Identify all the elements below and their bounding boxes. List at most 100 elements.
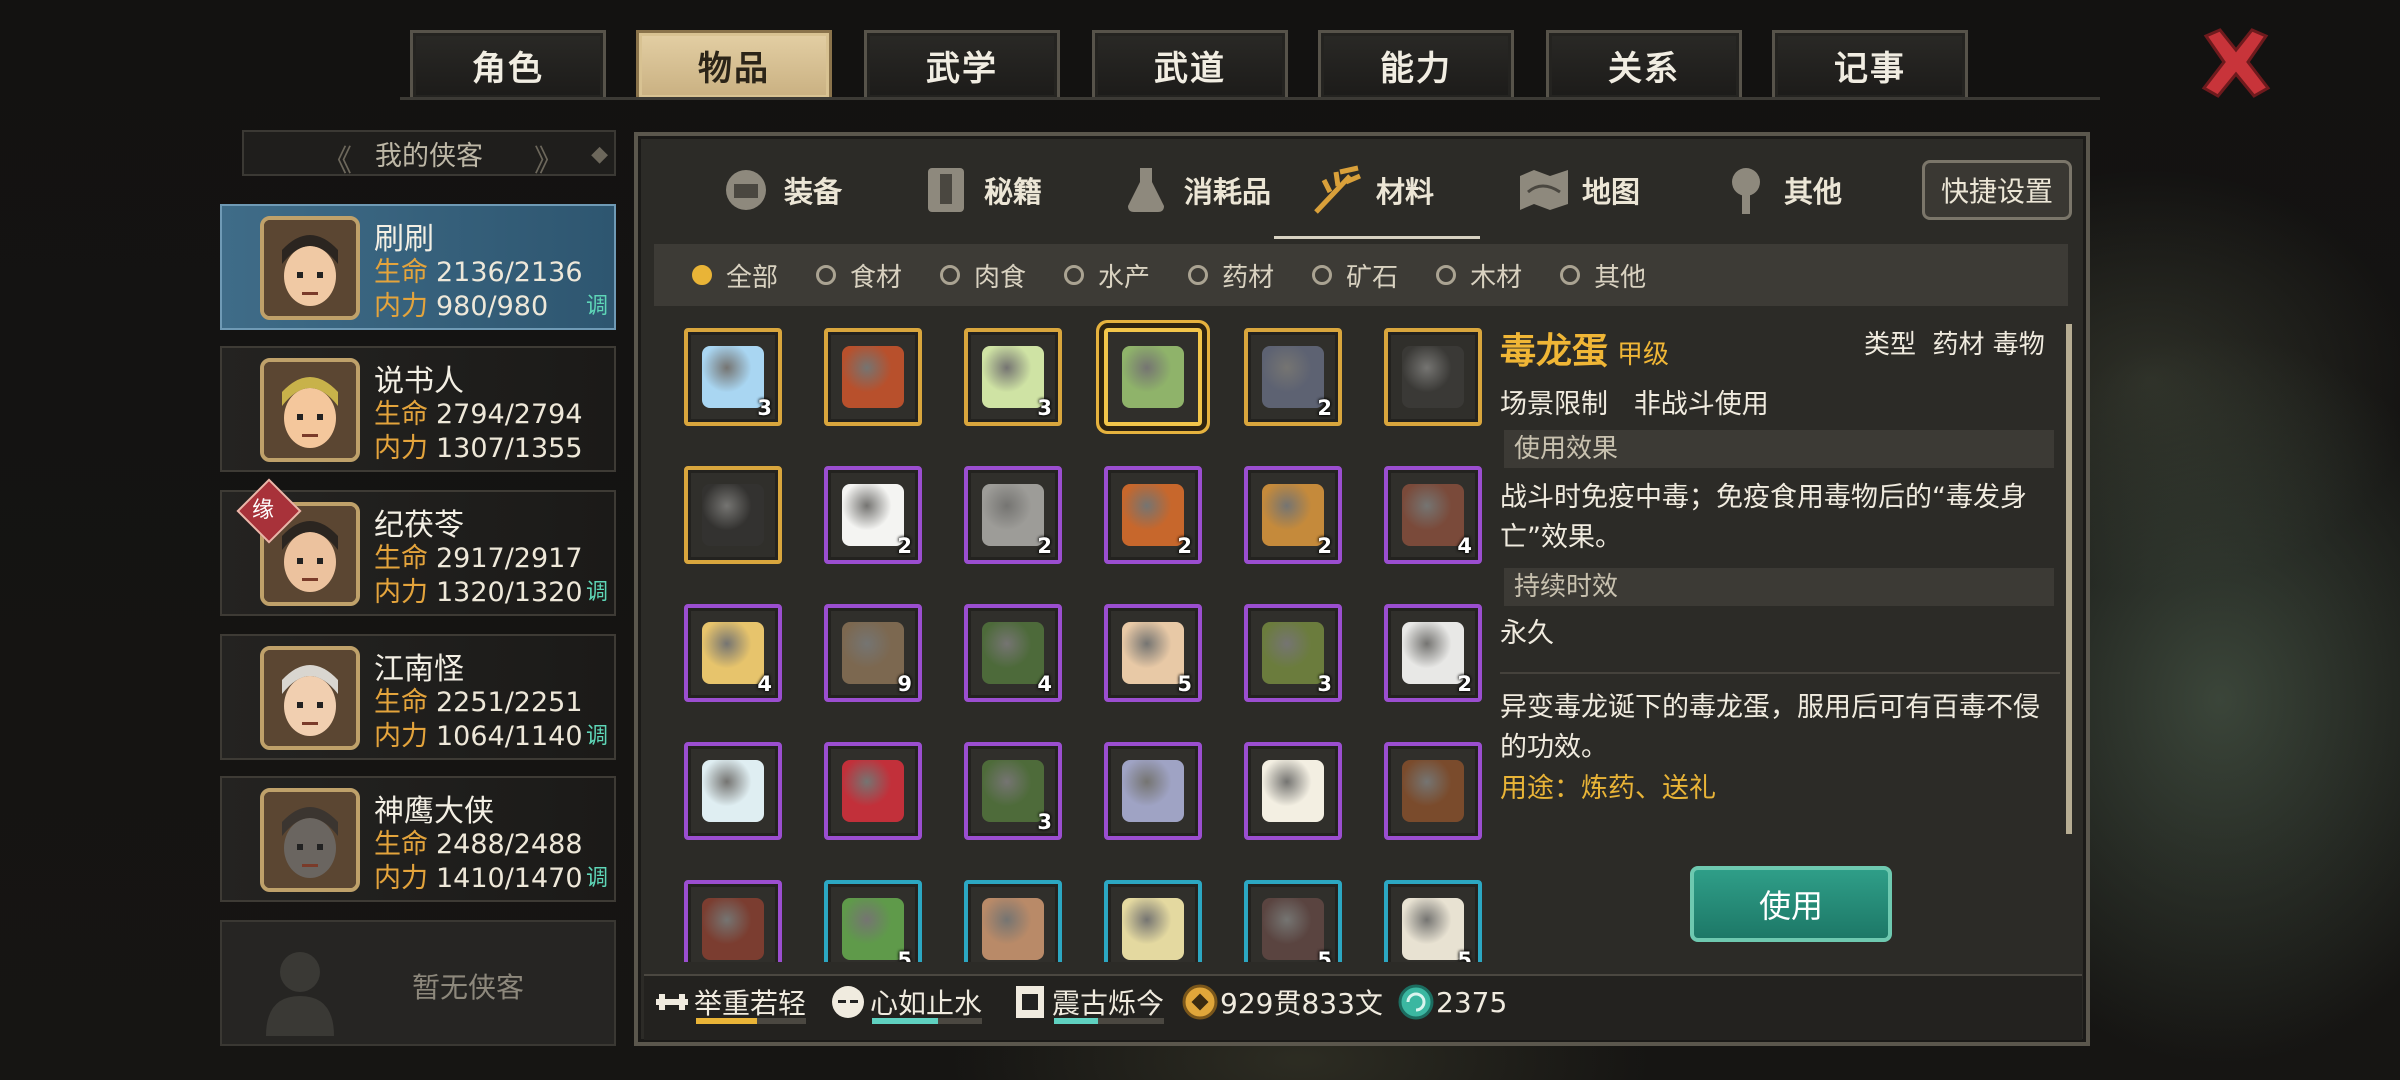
radio-icon — [1436, 265, 1457, 285]
detail-scrollbar[interactable] — [2066, 324, 2072, 834]
armor-icon — [726, 170, 766, 210]
item-slot[interactable]: 3 — [1244, 604, 1342, 702]
item-slot[interactable] — [1384, 328, 1482, 426]
filter-option[interactable]: 矿石 — [1312, 257, 1398, 294]
item-slot[interactable] — [1244, 742, 1342, 840]
item-slot[interactable]: 5 — [824, 880, 922, 962]
item-slot[interactable]: 2 — [1104, 466, 1202, 564]
hero-face-icon — [264, 362, 356, 458]
coin-icon — [1182, 984, 1218, 1020]
item-slot[interactable] — [964, 880, 1062, 962]
filter-label: 矿石 — [1346, 262, 1399, 293]
item-slot[interactable] — [684, 742, 782, 840]
sub-tab-label: 其他 — [1784, 175, 1843, 209]
my-heroes-header[interactable]: 《 我的侠客 》 ◆ — [242, 130, 616, 179]
sub-tab-1[interactable]: 秘籍 — [918, 150, 1042, 230]
item-slot[interactable]: 9 — [824, 604, 922, 702]
skill-progress-fill — [872, 1018, 938, 1024]
radio-icon — [1064, 265, 1085, 285]
sub-tab-label: 装备 — [784, 175, 843, 209]
top-tab-5[interactable]: 关系 — [1546, 30, 1742, 98]
item-slot[interactable]: 2 — [1384, 604, 1482, 702]
item-slot[interactable]: 5 — [1244, 880, 1342, 962]
hero-card[interactable]: 缘纪茯苓 生命 2917/2917 内力 1320/1320 调 — [220, 478, 616, 616]
item-count: 5 — [1317, 948, 1332, 962]
item-slot[interactable]: 2 — [1244, 328, 1342, 426]
skill-indicator: 心如止水 — [826, 982, 982, 1022]
item-grade: 甲级 — [1617, 340, 1670, 370]
scene-limit-label: 场景限制 — [1500, 389, 1608, 420]
sub-tab-3[interactable]: 材料 — [1310, 150, 1434, 230]
item-slot[interactable]: 5 — [1384, 880, 1482, 962]
chevron-left-icon[interactable]: 《 — [322, 136, 352, 180]
jade-value: 2375 — [1436, 985, 1508, 1019]
hero-mp: 内力 1064/1140 — [374, 714, 583, 753]
empty-hero-slot[interactable]: 暂无侠客 — [220, 920, 616, 1046]
item-slot[interactable] — [1104, 742, 1202, 840]
filter-option[interactable]: 其他 — [1560, 257, 1646, 294]
adjust-button[interactable]: 调 — [586, 288, 608, 320]
filter-option[interactable]: 全部 — [692, 257, 778, 294]
item-slot[interactable] — [1104, 880, 1202, 962]
adjust-button[interactable]: 调 — [586, 860, 608, 892]
item-slot[interactable]: 3 — [964, 328, 1062, 426]
powder-icon — [982, 484, 1044, 546]
filter-label: 水产 — [1098, 262, 1151, 293]
effect-text: 战斗时免疫中毒；免疫食用毒物后的“毒发身亡”效果。 — [1500, 482, 2027, 553]
hero-face-icon — [264, 650, 356, 746]
item-slot[interactable]: 2 — [824, 466, 922, 564]
item-slot[interactable]: 3 — [964, 742, 1062, 840]
item-slot[interactable] — [684, 880, 782, 962]
top-tab-6[interactable]: 记事 — [1772, 30, 1968, 98]
pearls-icon — [1402, 622, 1464, 684]
item-slot[interactable] — [824, 328, 922, 426]
filter-option[interactable]: 木材 — [1436, 257, 1522, 294]
chevron-right-icon[interactable]: 》 — [534, 136, 564, 180]
filter-option[interactable]: 肉食 — [940, 257, 1026, 294]
sub-tab-4[interactable]: 地图 — [1516, 150, 1640, 230]
top-tab-0[interactable]: 角色 — [410, 30, 606, 98]
hero-card[interactable]: 刷刷 生命 2136/2136 内力 980/980 调 — [220, 204, 616, 330]
item-slot[interactable] — [684, 466, 782, 564]
top-tab-3[interactable]: 武道 — [1092, 30, 1288, 98]
skill-progress-bar — [1054, 1018, 1164, 1024]
hero-mp: 内力 1320/1320 — [374, 570, 583, 609]
radio-icon — [692, 265, 712, 285]
use-button[interactable]: 使用 — [1690, 866, 1892, 942]
mp-label: 内力 — [374, 291, 428, 322]
item-slot[interactable] — [1384, 742, 1482, 840]
item-count: 4 — [757, 672, 772, 696]
item-slot[interactable] — [824, 742, 922, 840]
top-tab-1[interactable]: 物品 — [636, 30, 832, 98]
adjust-button[interactable]: 调 — [586, 574, 608, 606]
item-slot[interactable]: 4 — [964, 604, 1062, 702]
sub-tab-5[interactable]: 其他 — [1718, 150, 1842, 230]
quick-settings-button[interactable]: 快捷设置 — [1922, 160, 2072, 220]
filter-label: 肉食 — [974, 262, 1027, 293]
filter-option[interactable]: 食材 — [816, 257, 902, 294]
sub-tab-0[interactable]: 装备 — [718, 150, 842, 230]
filter-option[interactable]: 水产 — [1064, 257, 1150, 294]
top-tab-2[interactable]: 武学 — [864, 30, 1060, 98]
item-slot[interactable]: 2 — [1244, 466, 1342, 564]
item-slot[interactable]: 3 — [684, 328, 782, 426]
item-slot[interactable] — [1104, 328, 1202, 426]
hero-card[interactable]: 江南怪 生命 2251/2251 内力 1064/1140 调 — [220, 634, 616, 760]
adjust-button[interactable]: 调 — [586, 718, 608, 750]
item-slot[interactable]: 2 — [964, 466, 1062, 564]
filter-option[interactable]: 药材 — [1188, 257, 1274, 294]
item-count: 3 — [757, 396, 772, 420]
item-slot[interactable]: 4 — [1384, 466, 1482, 564]
item-count: 2 — [1317, 396, 1332, 420]
item-slot[interactable]: 4 — [684, 604, 782, 702]
hero-card[interactable]: 神鹰大侠 生命 2488/2488 内力 1410/1470 调 — [220, 776, 616, 902]
gold-nugget-icon — [702, 622, 764, 684]
sub-tab-2[interactable]: 消耗品 — [1118, 150, 1271, 230]
white-egg-icon — [1262, 760, 1324, 822]
hero-card[interactable]: 说书人 生命 2794/2794 内力 1307/1355 — [220, 346, 616, 472]
item-slot[interactable]: 5 — [1104, 604, 1202, 702]
top-tab-4[interactable]: 能力 — [1318, 30, 1514, 98]
item-usage: 用途：炼药、送礼 — [1500, 773, 1716, 804]
close-icon[interactable] — [2196, 22, 2276, 102]
sub-tab-label: 地图 — [1582, 175, 1641, 209]
